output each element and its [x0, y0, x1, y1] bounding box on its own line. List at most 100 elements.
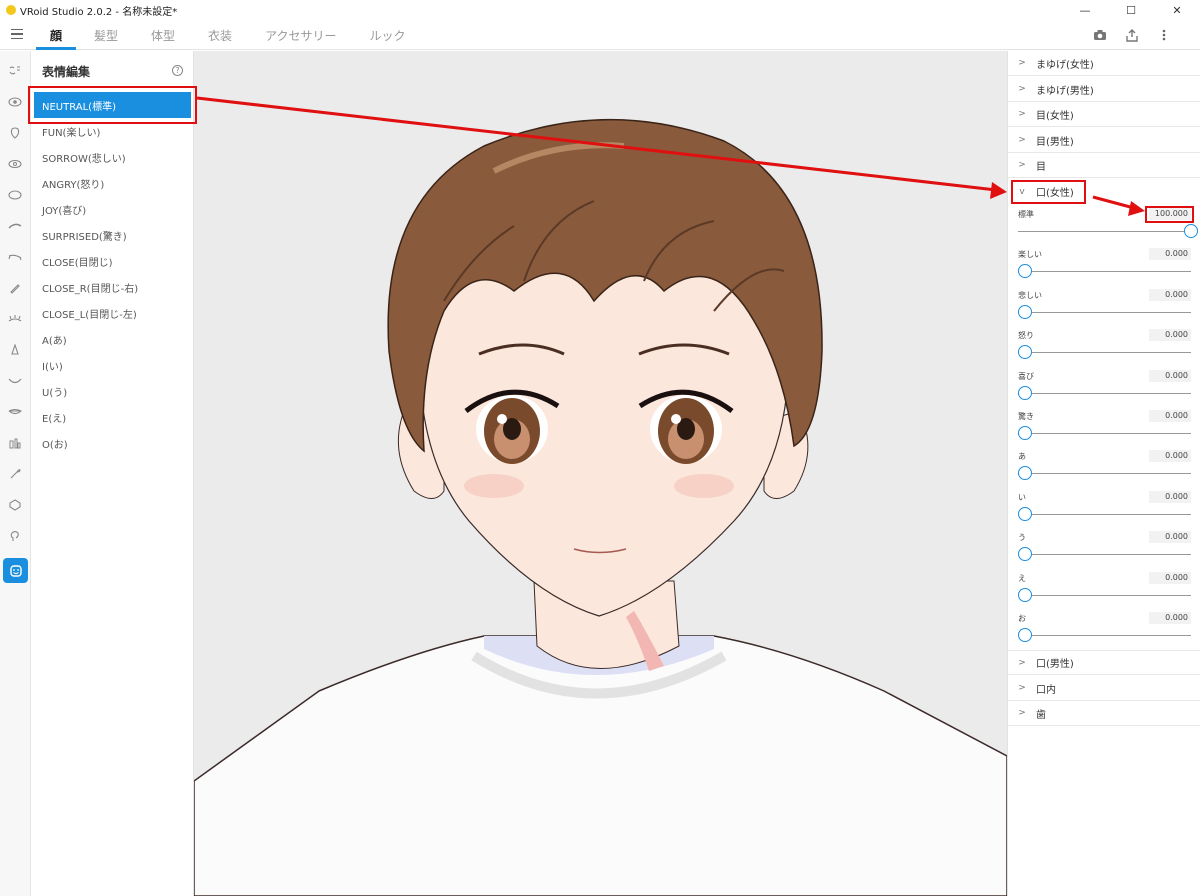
slider-track[interactable] [1018, 392, 1191, 394]
window-controls: — ☐ ✕ [1062, 0, 1200, 20]
slider-value-field[interactable]: 0.000 [1149, 369, 1191, 382]
section-label: まゆげ(男性) [1036, 85, 1094, 97]
slider-track[interactable] [1018, 635, 1191, 636]
expression-a[interactable]: A(あ) [32, 326, 194, 352]
ear-icon[interactable] [4, 432, 26, 454]
slider-value-field[interactable]: 0.000 [1149, 490, 1191, 503]
slider-row: あ 0.000 [1008, 449, 1200, 489]
close-button[interactable]: ✕ [1154, 0, 1200, 20]
help-icon[interactable]: ? [172, 65, 183, 76]
brush-icon[interactable] [4, 463, 26, 485]
chevron-right-icon: > [1018, 683, 1026, 693]
avatar-render [194, 119, 1007, 896]
face-set-icon[interactable] [4, 60, 26, 82]
slider-label: あ [1018, 452, 1026, 462]
slider-track[interactable] [1018, 231, 1191, 232]
eyebrow-icon[interactable] [4, 215, 26, 237]
lips-icon[interactable] [4, 401, 26, 423]
lashes-icon[interactable] [4, 308, 26, 330]
model-viewport[interactable] [194, 51, 1007, 896]
expression-joy[interactable]: JOY(喜び) [32, 196, 194, 222]
eye-icon[interactable] [4, 91, 26, 113]
section-teeth[interactable]: > 歯 [1008, 701, 1200, 726]
pen-icon[interactable] [4, 277, 26, 299]
eyelash-icon[interactable] [4, 246, 26, 268]
tab-outfit[interactable]: 衣装 [200, 20, 240, 50]
slider-thumb[interactable] [1018, 304, 1032, 319]
slider-track[interactable] [1018, 594, 1191, 596]
slider-value-field[interactable]: 0.000 [1149, 248, 1191, 261]
slider-thumb[interactable] [1018, 385, 1032, 400]
slider-value-field[interactable]: 0.000 [1149, 612, 1191, 624]
tab-look[interactable]: ルック [361, 20, 413, 50]
maximize-button[interactable]: ☐ [1108, 0, 1154, 20]
camera-icon[interactable] [1084, 26, 1116, 44]
slider-row: 驚き 0.000 [1008, 409, 1200, 449]
slider-thumb[interactable] [1018, 628, 1032, 642]
slider-value-field[interactable]: 0.000 [1149, 531, 1191, 544]
slider-value-field[interactable]: 0.000 [1149, 329, 1191, 342]
expression-e[interactable]: E(え) [32, 404, 194, 430]
slider-thumb[interactable] [1018, 587, 1032, 602]
slider-track[interactable] [1018, 554, 1191, 556]
slider-label: 標準 [1018, 210, 1034, 219]
section-eye[interactable]: > 目 [1008, 153, 1200, 178]
expression-i[interactable]: I(い) [32, 352, 194, 378]
tab-hairstyle[interactable]: 髪型 [86, 20, 126, 50]
tab-body[interactable]: 体型 [143, 20, 183, 50]
expression-panel: 表情編集 ? NEUTRAL(標準) FUN(楽しい) SORROW(悲しい) … [32, 51, 194, 896]
slider-value-field[interactable]: 0.000 [1149, 571, 1191, 584]
expression-u[interactable]: U(う) [32, 378, 194, 404]
slider-thumb[interactable] [1018, 264, 1032, 279]
minimize-button[interactable]: — [1062, 0, 1108, 20]
section-label: 目(男性) [1036, 136, 1074, 148]
slider-track[interactable] [1018, 271, 1191, 273]
expression-o[interactable]: O(お) [32, 430, 194, 456]
expression-sorrow[interactable]: SORROW(悲しい) [32, 144, 194, 170]
slider-track[interactable] [1018, 513, 1191, 515]
expression-close-l[interactable]: CLOSE_L(目閉じ-左) [32, 300, 194, 326]
section-mouth-male[interactable]: > 口(男性) [1008, 650, 1200, 675]
slider-track[interactable] [1018, 352, 1191, 354]
slider-value-field[interactable]: 0.000 [1149, 288, 1191, 301]
section-eyebrow-female[interactable]: > まゆげ(女性) [1008, 51, 1200, 76]
circle-icon[interactable] [4, 184, 26, 206]
expression-angry[interactable]: ANGRY(怒り) [32, 170, 194, 196]
slider-track[interactable] [1018, 473, 1191, 475]
hexagon-icon[interactable] [4, 494, 26, 516]
slider-label: 喜び [1018, 371, 1034, 381]
slider-track[interactable] [1018, 433, 1191, 434]
chevron-right-icon: > [1018, 109, 1026, 119]
eye-alt-icon[interactable] [4, 153, 26, 175]
section-mouth-inner[interactable]: > 口内 [1008, 676, 1200, 701]
tab-accessory[interactable]: アクセサリー [257, 20, 344, 50]
section-label: 口内 [1036, 684, 1056, 696]
section-eyebrow-male[interactable]: > まゆげ(男性) [1008, 77, 1200, 102]
slider-thumb[interactable] [1018, 547, 1032, 562]
slider-track[interactable] [1018, 311, 1191, 313]
export-icon[interactable] [1116, 26, 1148, 44]
expression-surprised[interactable]: SURPRISED(驚き) [32, 222, 194, 248]
chevron-right-icon: > [1018, 84, 1026, 94]
expression-close-r[interactable]: CLOSE_R(目閉じ-右) [32, 274, 194, 300]
expression-close[interactable]: CLOSE(目閉じ) [32, 248, 194, 274]
face-profile-icon[interactable] [4, 525, 26, 547]
slider-thumb[interactable] [1018, 345, 1032, 360]
slider-thumb[interactable] [1018, 466, 1032, 481]
slider-thumb[interactable] [1018, 506, 1032, 521]
tab-face[interactable]: 顔 [36, 20, 77, 50]
slider-value-field[interactable]: 0.000 [1149, 410, 1191, 422]
section-eye-male[interactable]: > 目(男性) [1008, 128, 1200, 153]
slider-row: 楽しい 0.000 [1008, 247, 1200, 287]
expression-icon[interactable] [3, 558, 28, 583]
slider-value-field[interactable]: 0.000 [1149, 450, 1191, 463]
nose-icon[interactable] [4, 339, 26, 361]
slider-thumb[interactable] [1018, 426, 1032, 440]
hamburger-menu-icon[interactable] [11, 29, 23, 39]
mouth-icon[interactable] [4, 370, 26, 392]
chevron-right-icon: > [1018, 135, 1026, 145]
section-eye-female[interactable]: > 目(女性) [1008, 102, 1200, 127]
face-shape-icon[interactable] [4, 122, 26, 144]
slider-thumb[interactable] [1184, 224, 1198, 238]
more-vertical-icon[interactable] [1148, 26, 1180, 44]
